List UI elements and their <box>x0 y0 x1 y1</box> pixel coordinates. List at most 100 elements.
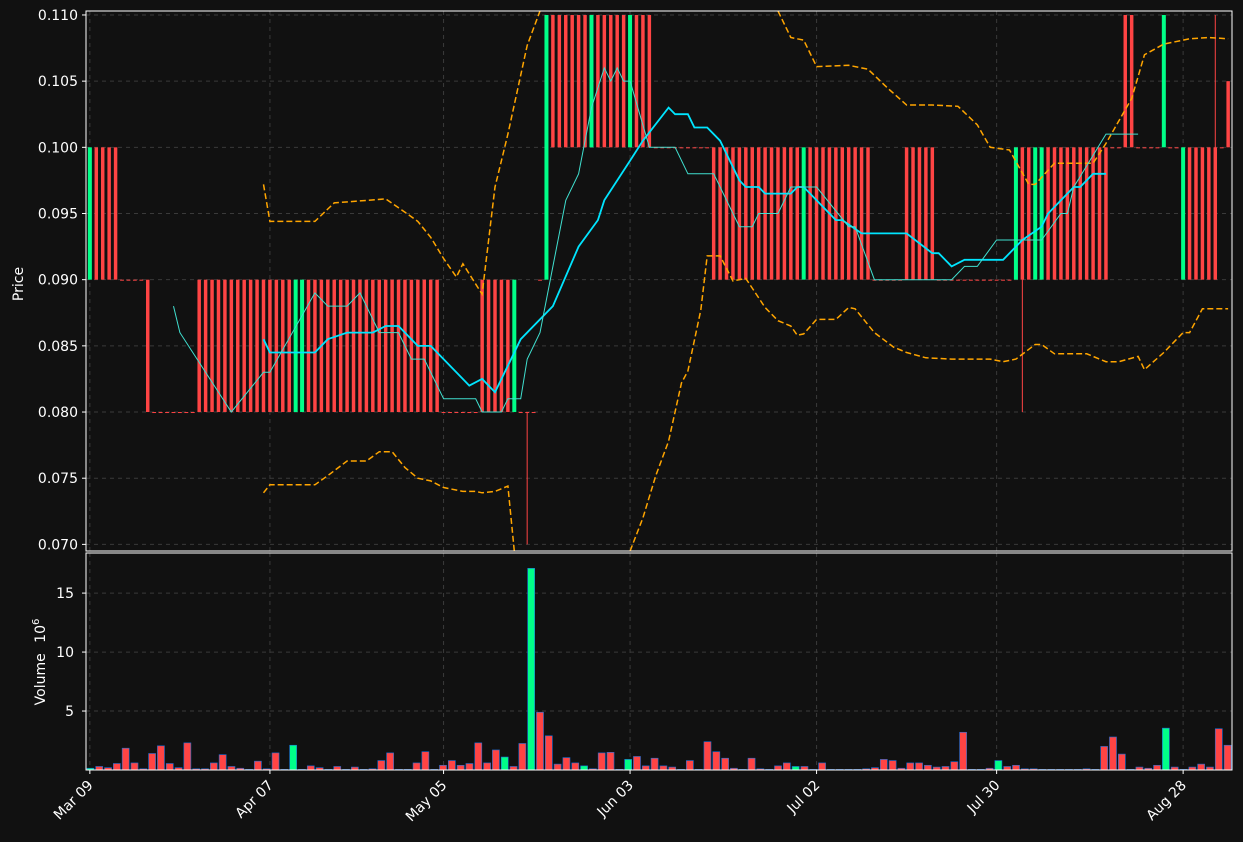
candle-down <box>383 279 388 413</box>
candle-down <box>789 147 793 280</box>
candle-down <box>1052 147 1057 280</box>
volume-bar-down <box>659 765 668 770</box>
candle-down <box>1168 147 1173 149</box>
candle-down <box>506 279 510 413</box>
volume-bar-down <box>924 764 932 770</box>
volume-bar-down <box>1109 736 1117 770</box>
candle-down <box>834 147 838 280</box>
candle-down <box>390 279 394 413</box>
candle-down <box>840 147 845 280</box>
candle-down <box>744 147 748 280</box>
candle-down <box>795 147 800 280</box>
candle-down <box>287 279 291 413</box>
volume-bar-down <box>439 764 447 770</box>
volume-bar-up <box>1162 727 1170 770</box>
volume-bar-down <box>227 766 236 770</box>
volume-bar-down <box>571 762 580 770</box>
candle-down <box>467 412 472 414</box>
volume-bar-down <box>712 751 721 770</box>
candle-down <box>525 412 530 414</box>
volume-bar-up <box>500 756 509 770</box>
candle-down <box>409 279 414 413</box>
volume-bar-down <box>474 742 483 770</box>
candle-down <box>956 279 960 281</box>
candle-down <box>499 279 504 413</box>
volume-bar-down <box>113 763 121 770</box>
volume-bar-down <box>456 764 465 770</box>
candle-up <box>544 14 549 280</box>
volume-axis-label-text: Volume <box>33 653 49 705</box>
volume-bar-down <box>509 766 518 770</box>
volume-tick-label: 15 <box>56 586 74 602</box>
volume-tick-label: 5 <box>65 704 74 720</box>
candle-down <box>1129 14 1134 148</box>
volume-bar-down <box>448 760 456 770</box>
candle-down <box>518 412 523 414</box>
candle-down <box>229 279 234 413</box>
candle-down <box>473 412 478 414</box>
volume-bar-down <box>157 745 165 770</box>
volume-bar-down <box>950 761 959 770</box>
volume-bar-down <box>412 762 421 770</box>
volume-bar-down <box>906 762 915 770</box>
candle-down <box>615 14 619 148</box>
volume-bar-down <box>121 747 130 770</box>
candle-down <box>306 279 311 413</box>
volume-bar-down <box>377 760 386 770</box>
price-tick-label: 0.080 <box>38 405 78 421</box>
candle-down <box>750 147 754 280</box>
candle-down <box>171 412 176 414</box>
candle-down <box>281 279 285 413</box>
candle-down <box>448 412 452 414</box>
volume-bar-down <box>597 752 606 770</box>
volume-bar-down <box>1100 746 1109 770</box>
volume-bar-down <box>518 743 527 770</box>
candle-down <box>274 279 279 413</box>
candle-down <box>1200 147 1205 280</box>
candle-down <box>924 147 928 280</box>
candle-down <box>139 279 144 281</box>
candle-down <box>557 14 562 148</box>
candle-up <box>1181 147 1186 280</box>
volume-bar-down <box>165 763 174 770</box>
price-tick-label: 0.105 <box>38 74 78 90</box>
volume-bar-down <box>148 753 156 770</box>
candle-down <box>1213 147 1218 280</box>
candle-down <box>113 147 118 280</box>
candle-down <box>107 147 111 280</box>
volume-bar-down <box>721 757 729 770</box>
candle-up <box>293 279 298 413</box>
candle-down <box>692 147 697 149</box>
volume-bar-up <box>527 568 536 770</box>
volume-bar-down <box>1012 764 1020 770</box>
candle-down <box>1207 147 1211 280</box>
candle-up <box>589 14 594 148</box>
price-tick-label: 0.095 <box>38 207 78 223</box>
candle-down <box>962 279 967 281</box>
candle-down <box>203 279 208 413</box>
candle-down <box>718 147 722 280</box>
candle-down <box>236 279 240 413</box>
volume-bar-down <box>130 762 139 770</box>
candle-down <box>1116 147 1121 149</box>
candle-down <box>570 14 574 148</box>
candle-down <box>197 279 201 413</box>
candle-down <box>255 279 259 413</box>
candle-down <box>698 147 703 149</box>
candle-down <box>242 279 246 413</box>
candle-down <box>377 279 381 413</box>
volume-bar-up <box>580 765 588 770</box>
volume-bar-down <box>562 757 571 770</box>
candle-down <box>454 412 459 414</box>
volume-bar-down <box>818 762 826 770</box>
candle-down <box>100 147 105 280</box>
volume-bar-down <box>915 762 923 770</box>
candle-down <box>1001 279 1005 281</box>
candle-up <box>87 147 92 280</box>
volume-bar-down <box>774 765 782 770</box>
volume-bar-down <box>492 749 500 770</box>
volume-bar-down <box>421 751 430 770</box>
candle-down <box>1142 147 1147 149</box>
candle-down <box>737 147 742 280</box>
candle-down <box>981 279 986 281</box>
